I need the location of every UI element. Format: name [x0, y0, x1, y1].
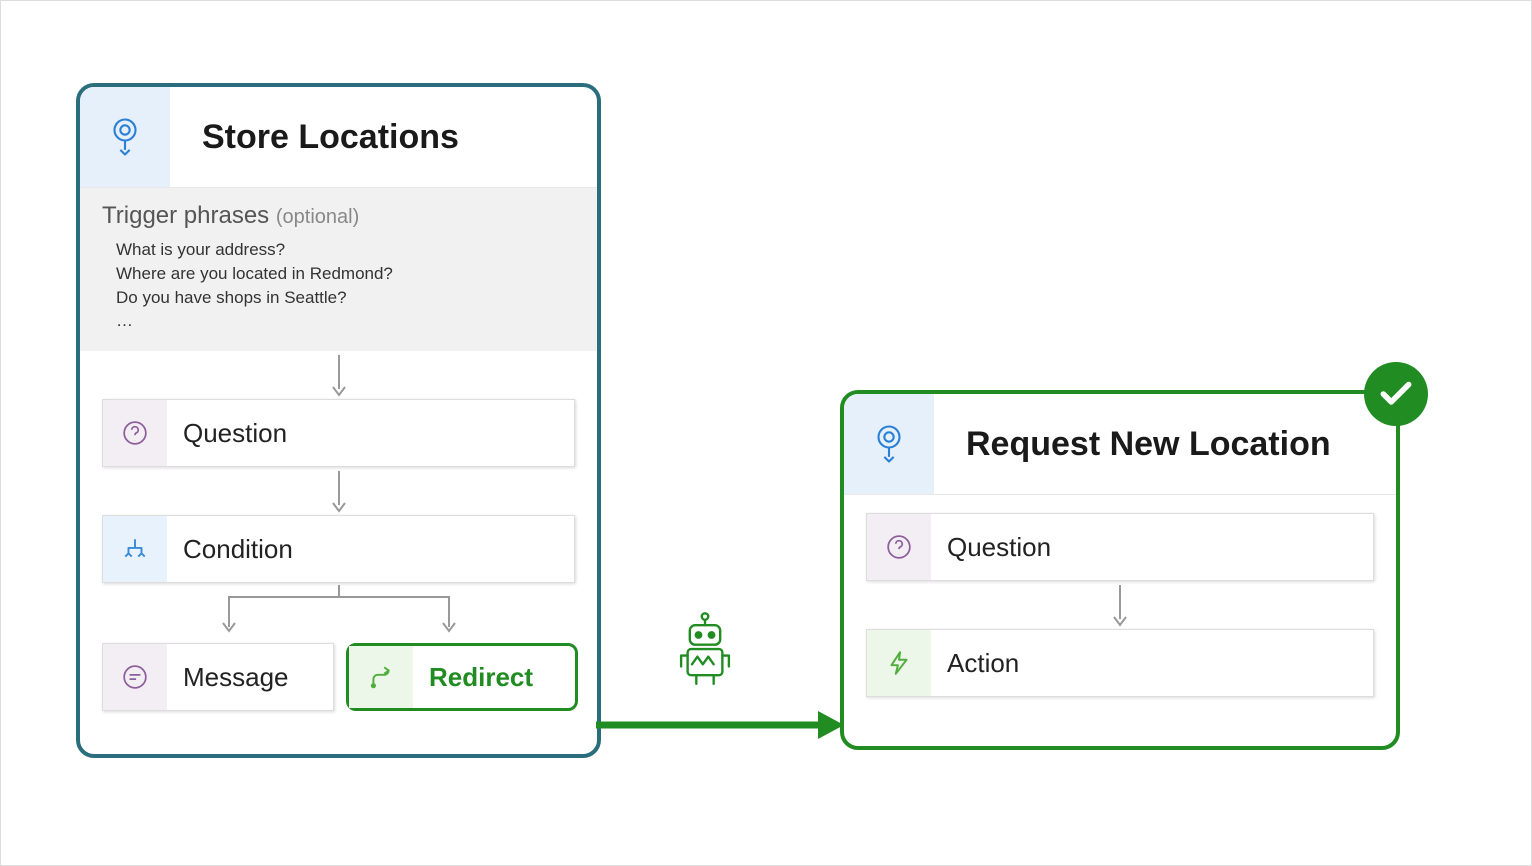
- trigger-phrase: …: [116, 309, 575, 333]
- node-label: Redirect: [413, 662, 533, 693]
- trigger-icon: [80, 87, 170, 187]
- branch-connector-icon: [102, 583, 575, 643]
- node-condition[interactable]: Condition: [102, 515, 575, 583]
- node-label: Condition: [167, 534, 293, 565]
- node-label: Action: [931, 648, 1019, 679]
- trigger-phrase: What is your address?: [116, 238, 575, 262]
- topic-title: Request New Location: [934, 425, 1331, 464]
- topic-card-store-locations: Store Locations Trigger phrases (optiona…: [76, 83, 601, 758]
- node-redirect[interactable]: Redirect: [346, 643, 578, 711]
- flow-body: Question Condition: [80, 351, 597, 711]
- arrow-down-icon: [866, 581, 1374, 629]
- redirect-arrow-icon: [596, 705, 848, 765]
- success-badge-icon: [1364, 362, 1428, 426]
- node-question[interactable]: Question: [102, 399, 575, 467]
- flow-body: Question Action: [844, 495, 1396, 715]
- topic-card-request-new-location: Request New Location Question Action: [840, 390, 1400, 750]
- topic-title: Store Locations: [170, 118, 459, 157]
- bot-icon: [671, 610, 739, 686]
- trigger-label: Trigger phrases (optional): [102, 202, 575, 230]
- condition-icon: [103, 516, 167, 582]
- redirect-icon: [349, 646, 413, 708]
- node-message[interactable]: Message: [102, 643, 334, 711]
- node-question[interactable]: Question: [866, 513, 1374, 581]
- question-icon: [103, 400, 167, 466]
- branch-row: Message Redirect: [102, 643, 575, 711]
- question-icon: [867, 514, 931, 580]
- topic-header: Store Locations: [80, 87, 597, 188]
- node-label: Question: [931, 532, 1051, 563]
- trigger-icon: [844, 394, 934, 494]
- action-icon: [867, 630, 931, 696]
- trigger-phrase-list: What is your address? Where are you loca…: [102, 230, 575, 333]
- topic-header: Request New Location: [844, 394, 1396, 495]
- trigger-phrases-section: Trigger phrases (optional) What is your …: [80, 188, 597, 351]
- trigger-phrase: Where are you located in Redmond?: [116, 262, 575, 286]
- arrow-down-icon: [102, 467, 575, 515]
- trigger-phrase: Do you have shops in Seattle?: [116, 286, 575, 310]
- arrow-down-icon: [102, 351, 575, 399]
- node-action[interactable]: Action: [866, 629, 1374, 697]
- node-label: Question: [167, 418, 287, 449]
- node-label: Message: [167, 662, 289, 693]
- message-icon: [103, 644, 167, 710]
